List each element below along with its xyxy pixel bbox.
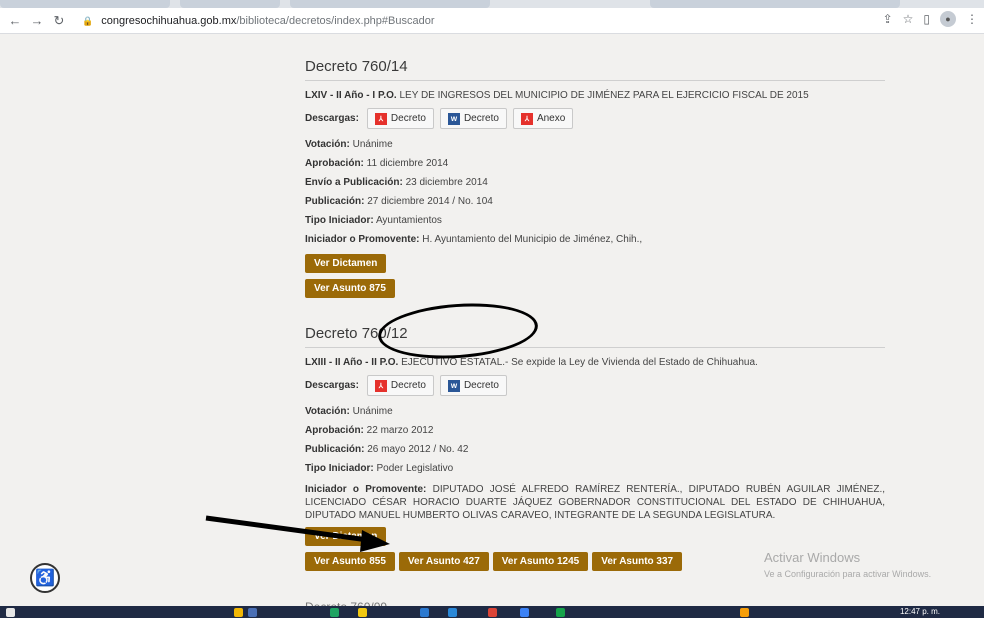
taskbar-app-icon[interactable] xyxy=(330,608,339,617)
field-votacion: Votación: Unánime xyxy=(305,406,393,417)
word-icon: w xyxy=(447,379,460,392)
lock-icon: 🔒 xyxy=(82,15,94,26)
download-decreto-pdf-button[interactable]: ⅄ Decreto xyxy=(366,108,434,129)
field-aprobacion: Aprobación: 11 diciembre 2014 xyxy=(305,158,449,169)
taskbar: 12:47 p. m. xyxy=(0,606,984,618)
url-host: congresochihuahua.gob.mx xyxy=(101,15,237,27)
taskbar-app-icon[interactable] xyxy=(556,608,565,617)
downloads-label: Descargas: xyxy=(305,380,359,391)
bookmark-star-icon[interactable]: ☆ xyxy=(903,12,914,26)
url-path: /biblioteca/decretos/index.php#Buscador xyxy=(236,15,435,27)
decree-summary: LXIV - II Año - I P.O. LEY DE INGRESOS D… xyxy=(305,90,809,101)
reload-icon[interactable]: ↻ xyxy=(48,10,70,32)
browser-tab[interactable] xyxy=(290,0,490,8)
browser-toolbar: ← → ↻ 🔒 congresochihuahua.gob.mx /biblio… xyxy=(0,8,984,34)
ver-asunto-button[interactable]: Ver Asunto 855 xyxy=(305,552,395,571)
profile-avatar-icon[interactable]: ● xyxy=(940,11,956,27)
decree-entry: Decreto 760/14 LXIV - II Año - I P.O. LE… xyxy=(305,34,885,298)
ver-dictamen-button[interactable]: Ver Dictamen xyxy=(305,527,387,546)
forward-arrow-icon[interactable]: → xyxy=(26,10,48,32)
word-icon: w xyxy=(447,112,460,125)
taskbar-clock: 12:47 p. m. xyxy=(899,607,940,616)
toolbar-actions: ⇪ ☆ ▯ ● ⋮ xyxy=(883,11,978,27)
field-publicacion: Publicación: 26 mayo 2012 / No. 42 xyxy=(305,444,469,455)
taskbar-tray-icon[interactable] xyxy=(740,608,749,617)
taskbar-app-icon[interactable] xyxy=(420,608,429,617)
browser-tab[interactable] xyxy=(650,0,900,8)
ver-asunto-button[interactable]: Ver Asunto 1245 xyxy=(492,552,589,571)
address-bar[interactable]: 🔒 congresochihuahua.gob.mx /biblioteca/d… xyxy=(82,11,862,31)
decree-list: Decreto 760/14 LXIV - II Año - I P.O. LE… xyxy=(305,34,885,571)
download-decreto-pdf-button[interactable]: ⅄ Decreto xyxy=(366,375,434,396)
ver-dictamen-button[interactable]: Ver Dictamen xyxy=(305,254,387,273)
downloads-row: Descargas: ⅄ Decreto w Decreto xyxy=(305,375,885,396)
taskbar-app-icon[interactable] xyxy=(488,608,497,617)
decree-summary: LXIII - II Año - II P.O. EJECUTIVO ESTAT… xyxy=(305,357,758,368)
field-tipo-iniciador: Tipo Iniciador: Poder Legislativo xyxy=(305,463,454,474)
field-promovente: Iniciador o Promovente: DIPUTADO JOSÉ AL… xyxy=(305,484,885,521)
ver-asunto-button[interactable]: Ver Asunto 427 xyxy=(398,552,489,571)
menu-dots-icon[interactable]: ⋮ xyxy=(966,12,978,26)
taskbar-app-icon[interactable] xyxy=(248,608,257,617)
taskbar-app-icon[interactable] xyxy=(234,608,243,617)
field-votacion: Votación: Unánime xyxy=(305,139,393,150)
taskbar-app-icon[interactable] xyxy=(358,608,367,617)
accessibility-icon[interactable]: ♿ xyxy=(30,563,60,593)
download-decreto-word-button[interactable]: w Decreto xyxy=(439,375,507,396)
side-panel-icon[interactable]: ▯ xyxy=(923,12,930,26)
downloads-row: Descargas: ⅄ Decreto w Decreto ⅄ Anexo xyxy=(305,108,885,129)
ver-asunto-button[interactable]: Ver Asunto 875 xyxy=(305,279,395,298)
taskbar-app-icon[interactable] xyxy=(448,608,457,617)
pdf-icon: ⅄ xyxy=(374,112,387,125)
download-decreto-word-button[interactable]: w Decreto xyxy=(439,108,507,129)
field-tipo-iniciador: Tipo Iniciador: Ayuntamientos xyxy=(305,215,442,226)
browser-tab[interactable] xyxy=(180,0,280,8)
pdf-icon: ⅄ xyxy=(520,112,533,125)
ver-asunto-button[interactable]: Ver Asunto 337 xyxy=(592,552,683,571)
field-envio-publicacion: Envío a Publicación: 23 diciembre 2014 xyxy=(305,177,488,188)
windows-start-icon[interactable] xyxy=(6,608,15,617)
taskbar-app-icon[interactable] xyxy=(520,608,529,617)
pdf-icon: ⅄ xyxy=(374,379,387,392)
download-anexo-pdf-button[interactable]: ⅄ Anexo xyxy=(512,108,574,129)
field-publicacion: Publicación: 27 diciembre 2014 / No. 104 xyxy=(305,196,493,207)
field-promovente: Iniciador o Promovente: H. Ayuntamiento … xyxy=(305,234,643,245)
decree-title: Decreto 760/14 xyxy=(305,58,885,81)
tab-strip xyxy=(0,0,984,8)
share-icon[interactable]: ⇪ xyxy=(883,12,893,26)
downloads-label: Descargas: xyxy=(305,113,359,124)
browser-tab[interactable] xyxy=(0,0,170,8)
activation-watermark: Activar Windows Ve a Configuración para … xyxy=(764,550,932,579)
field-aprobacion: Aprobación: 22 marzo 2012 xyxy=(305,425,434,436)
back-arrow-icon[interactable]: ← xyxy=(4,10,26,32)
